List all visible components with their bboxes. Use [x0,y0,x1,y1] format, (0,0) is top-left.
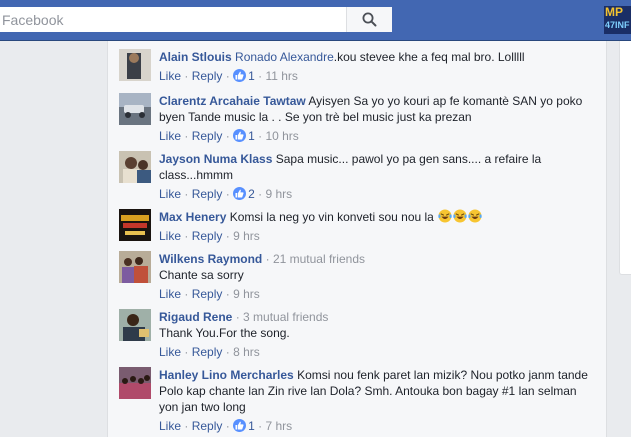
comment-item: Jayson Numa Klass Sapa music... pawol yo… [119,151,599,202]
separator: · [184,229,189,243]
separator: · [184,129,189,143]
tagged-user[interactable]: Ronado Alexandre [235,50,334,64]
comment-timestamp[interactable]: 11 hrs [265,69,297,83]
like-link[interactable]: Like [159,345,181,359]
avatar[interactable] [119,309,151,341]
avatar[interactable] [119,209,151,241]
comment-author[interactable]: Rigaud Rene [159,310,232,324]
app-shortcut-logo[interactable]: MP 47INF [604,6,631,34]
avatar[interactable] [119,151,151,183]
search-box [0,7,392,32]
like-count[interactable]: 1 [248,69,255,83]
mutual-friends-note[interactable]: 21 mutual friends [273,252,365,266]
like-link[interactable]: Like [159,419,181,433]
separator: · [184,419,189,433]
laughing-tears-emoji-icon [438,209,452,223]
separator: · [184,69,189,83]
search-button[interactable] [346,7,392,32]
like-reaction-icon[interactable] [233,419,247,432]
comment-author[interactable]: Hanley Lino Mercharles [159,368,294,382]
separator: · [225,345,230,359]
like-link[interactable]: Like [159,129,181,143]
separator: · [184,187,189,201]
laughing-tears-emoji-icon [453,209,467,223]
avatar[interactable] [119,93,151,125]
like-link[interactable]: Like [159,287,181,301]
like-count[interactable]: 1 [248,129,255,143]
comment-text: Chante sa sorry [159,268,244,282]
reply-link[interactable]: Reply [192,129,223,143]
separator: · [258,69,263,83]
separator: · [265,252,270,266]
separator: · [225,419,230,433]
comment-text: .kou stevee khe a feq mal bro. Lolllll [333,50,525,64]
separator: · [225,187,230,201]
app-logo-line2: 47INF [605,20,630,30]
like-reaction-icon[interactable] [233,69,247,82]
reply-link[interactable]: Reply [192,345,223,359]
right-column-card [619,41,631,275]
comment-text: Thank You.For the song. [159,326,290,340]
search-icon [362,12,377,27]
separator: · [258,187,263,201]
comment-item: Clarentz Arcahaie Tawtaw Ayisyen Sa yo y… [119,93,599,144]
mutual-friends-note[interactable]: 3 mutual friends [243,310,328,324]
comment-timestamp[interactable]: 8 hrs [233,345,260,359]
comment-timestamp[interactable]: 9 hrs [233,287,260,301]
comment-item: Rigaud Rene · 3 mutual friends Thank You… [119,309,599,360]
like-count[interactable]: 2 [248,187,255,201]
comment-item: Wilkens Raymond · 21 mutual friends Chan… [119,251,599,302]
laughing-tears-emoji-icon [468,209,482,223]
separator: · [225,229,230,243]
comment-author[interactable]: Alain Stlouis [159,50,232,64]
separator: · [235,310,240,324]
comment-text: Komsi la neg yo vin konveti sou nou la [229,210,434,224]
comment-author[interactable]: Max Henery [159,210,226,224]
app-logo-line1: MP [605,6,623,19]
comment-item: Hanley Lino Mercharles Komsi nou fenk pa… [119,367,599,434]
avatar[interactable] [119,367,151,399]
reply-link[interactable]: Reply [192,419,223,433]
avatar[interactable] [119,251,151,283]
comment-author[interactable]: Wilkens Raymond [159,252,262,266]
comment-author[interactable]: Clarentz Arcahaie Tawtaw [159,94,306,108]
like-link[interactable]: Like [159,229,181,243]
comment-timestamp[interactable]: 9 hrs [233,229,260,243]
like-count[interactable]: 1 [248,419,255,433]
comment-item: Alain Stlouis Ronado Alexandre.kou steve… [119,49,599,84]
reply-link[interactable]: Reply [192,287,223,301]
separator: · [225,287,230,301]
separator: · [258,129,263,143]
separator: · [225,69,230,83]
separator: · [225,129,230,143]
comment-timestamp[interactable]: 9 hrs [265,187,292,201]
comment-item: Max Henery Komsi la neg yo vin konveti s… [119,209,599,244]
separator: · [184,345,189,359]
like-reaction-icon[interactable] [233,129,247,142]
like-link[interactable]: Like [159,69,181,83]
reply-link[interactable]: Reply [192,229,223,243]
comment-timestamp[interactable]: 10 hrs [265,129,298,143]
separator: · [184,287,189,301]
reply-link[interactable]: Reply [192,187,223,201]
search-input[interactable] [0,7,345,32]
reply-link[interactable]: Reply [192,69,223,83]
comment-timestamp[interactable]: 7 hrs [265,419,292,433]
like-reaction-icon[interactable] [233,187,247,200]
like-link[interactable]: Like [159,187,181,201]
separator: · [258,419,263,433]
avatar[interactable] [119,49,151,81]
top-nav-bar: MP 47INF [0,0,631,41]
comment-author[interactable]: Jayson Numa Klass [159,152,272,166]
